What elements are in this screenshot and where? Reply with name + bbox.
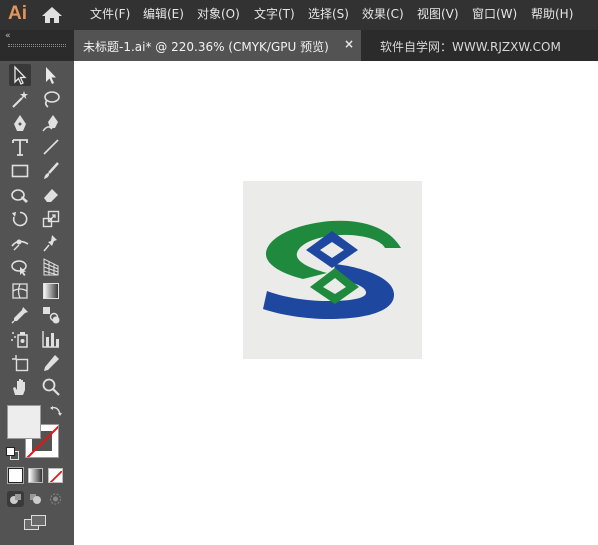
close-icon[interactable]: × <box>344 37 354 51</box>
line-segment-tool-icon[interactable] <box>40 136 62 158</box>
type-tool-icon[interactable] <box>9 136 31 158</box>
tab-active-document[interactable]: 未标题-1.ai* @ 220.36% (CMYK/GPU 预览) × <box>74 30 361 61</box>
fill-color-swatch[interactable] <box>7 405 41 439</box>
screen-mode-icon[interactable] <box>23 514 47 532</box>
menu-file[interactable]: 文件(F) <box>90 6 130 22</box>
eyedropper-tool-icon[interactable] <box>9 304 31 326</box>
default-fill-stroke-icon[interactable] <box>6 445 19 460</box>
document-tab-strip: « 未标题-1.ai* @ 220.36% (CMYK/GPU 预览) × 软件… <box>0 30 598 61</box>
zoom-tool-icon[interactable] <box>40 376 62 398</box>
menu-type[interactable]: 文字(T) <box>254 6 295 22</box>
shaper-tool-icon[interactable] <box>9 184 31 206</box>
artboard-tool-icon[interactable] <box>9 352 31 374</box>
illustrator-window: Ai 文件(F) 编辑(E) 对象(O) 文字(T) 选择(S) 效果(C) 视… <box>0 0 598 545</box>
menu-help[interactable]: 帮助(H) <box>531 6 573 22</box>
symbol-sprayer-tool-icon[interactable] <box>9 328 31 350</box>
rotate-tool-icon[interactable] <box>9 208 31 230</box>
eraser-tool-icon[interactable] <box>40 184 62 206</box>
column-graph-tool-icon[interactable] <box>40 328 62 350</box>
shape-builder-tool-icon[interactable] <box>9 256 31 278</box>
tab-other-document[interactable]: 软件自学网：WWW.RJZXW.COM <box>380 38 561 55</box>
draw-behind-icon[interactable] <box>27 491 44 507</box>
draw-inside-icon[interactable] <box>47 491 64 507</box>
slice-tool-icon[interactable] <box>40 352 62 374</box>
artboard-canvas[interactable] <box>74 61 598 545</box>
direct-selection-tool-icon[interactable] <box>40 64 62 86</box>
panel-grip-handle[interactable] <box>8 44 66 47</box>
curvature-tool-icon[interactable] <box>40 112 62 134</box>
pen-tool-icon[interactable] <box>9 112 31 134</box>
menu-window[interactable]: 窗口(W) <box>472 6 517 22</box>
menu-select[interactable]: 选择(S) <box>308 6 349 22</box>
hand-tool-icon[interactable] <box>9 376 31 398</box>
puppet-warp-tool-icon[interactable] <box>40 232 62 254</box>
logo-artwork[interactable] <box>243 181 422 359</box>
none-mode-button[interactable] <box>48 468 63 483</box>
scale-tool-icon[interactable] <box>40 208 62 230</box>
menu-object[interactable]: 对象(O) <box>197 6 240 22</box>
gradient-mode-button[interactable] <box>28 468 43 483</box>
gradient-tool-icon[interactable] <box>40 280 62 302</box>
paintbrush-tool-icon[interactable] <box>40 160 62 182</box>
menu-bar: Ai 文件(F) 编辑(E) 对象(O) 文字(T) 选择(S) 效果(C) 视… <box>0 0 598 30</box>
home-icon[interactable] <box>41 6 63 24</box>
app-logo: Ai <box>8 3 27 24</box>
collapse-panel-icon[interactable]: « <box>5 31 11 41</box>
mesh-tool-icon[interactable] <box>9 280 31 302</box>
selection-tool-icon[interactable] <box>9 64 31 86</box>
width-tool-icon[interactable] <box>9 232 31 254</box>
magic-wand-tool-icon[interactable] <box>9 88 31 110</box>
menu-edit[interactable]: 编辑(E) <box>143 6 184 22</box>
lasso-tool-icon[interactable] <box>40 88 62 110</box>
perspective-grid-tool-icon[interactable] <box>40 256 62 278</box>
menu-view[interactable]: 视图(V) <box>417 6 459 22</box>
tools-panel <box>0 61 74 545</box>
draw-normal-icon[interactable] <box>7 491 24 507</box>
blend-tool-icon[interactable] <box>40 304 62 326</box>
menu-effect[interactable]: 效果(C) <box>362 6 404 22</box>
rectangle-tool-icon[interactable] <box>9 160 31 182</box>
tab-title: 未标题-1.ai* @ 220.36% (CMYK/GPU 预览) <box>83 40 329 54</box>
swap-fill-stroke-icon[interactable] <box>49 403 63 417</box>
color-mode-button[interactable] <box>8 468 23 483</box>
